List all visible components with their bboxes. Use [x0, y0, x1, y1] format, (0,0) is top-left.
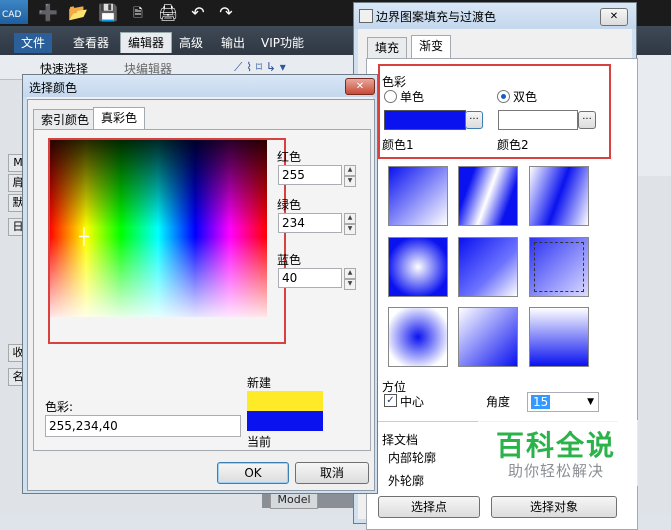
new-file-icon[interactable]: ➕ [38, 3, 58, 23]
color-close-button[interactable]: ✕ [345, 78, 375, 95]
gradient-cylinder-swatch[interactable] [458, 166, 518, 226]
gradient-invhemispherical-swatch[interactable] [458, 307, 518, 367]
color-section-highlight [378, 64, 611, 159]
red-label: 红色 [277, 150, 302, 164]
hatch-app-icon [359, 9, 373, 23]
tab-gradient[interactable]: 渐变 [411, 35, 452, 58]
gradient-invspherical-swatch[interactable] [388, 307, 448, 367]
color-value-input[interactable]: 255,234,40 [45, 415, 241, 437]
app-logo-text: CAD [2, 10, 22, 20]
color-tabstrip: 索引颜色 真彩色 [33, 107, 233, 130]
angle-value: 15 [531, 395, 551, 409]
hatch-close-button[interactable]: ✕ [600, 8, 628, 26]
tab-vip[interactable]: VIP功能 [254, 33, 311, 53]
red-input[interactable]: 255 [278, 165, 342, 185]
tab-editor[interactable]: 编辑器 [120, 32, 173, 53]
cancel-button[interactable]: 取消 [295, 462, 369, 484]
color-dialog-titlebar: 选择颜色 ✕ [23, 75, 377, 97]
select-color-dialog: 选择颜色 ✕ 索引颜色 真彩色 ┼ 红色 255 ▲ ▼ 绿色 234 ▲ ▼ 蓝色… [22, 74, 378, 494]
hatch-dialog-titlebar: 边界图案填充与过渡色 ✕ [354, 3, 636, 29]
watermark: 百科全说 助你轻松解决 [478, 420, 638, 486]
chevron-down-icon: ▼ [587, 397, 594, 407]
redo-icon[interactable]: ↷ [216, 3, 236, 23]
app-logo: CAD [0, 0, 28, 24]
right-toolbar [636, 56, 671, 176]
tab-viewer[interactable]: 查看器 [66, 33, 116, 53]
boundary-section-label: 择文档 [382, 433, 419, 447]
center-label[interactable]: 中心 [400, 393, 424, 410]
select-objects-button[interactable]: 选择对象 [491, 496, 617, 518]
watermark-subtitle: 助你轻松解决 [508, 462, 605, 480]
tab-true-color[interactable]: 真彩色 [93, 107, 146, 130]
tab-file[interactable]: 文件 [14, 33, 53, 53]
tab-fill[interactable]: 填充 [367, 37, 408, 58]
blue-stepper[interactable]: ▲ ▼ [344, 268, 356, 290]
watermark-title: 百科全说 [496, 429, 617, 462]
undo-icon[interactable]: ↶ [188, 3, 208, 23]
tab-index-color[interactable]: 索引颜色 [33, 109, 98, 130]
draw-tools-icon[interactable]: ⟋ ⌇ ⌑ ↳ ▾ [234, 60, 344, 74]
save-pdf-icon[interactable]: 🗎 [128, 3, 148, 23]
tab-advanced[interactable]: 高级 [172, 33, 210, 53]
new-color-preview [247, 391, 323, 411]
gradient-spherical-swatch[interactable] [388, 237, 448, 297]
save-icon[interactable]: 💾 [98, 3, 118, 23]
angle-label: 角度 [486, 395, 511, 409]
green-stepper[interactable]: ▲ ▼ [344, 213, 356, 235]
green-input[interactable]: 234 [278, 213, 342, 233]
current-color-preview [247, 411, 323, 431]
open-folder-icon[interactable]: 📂 [68, 3, 88, 23]
blue-input[interactable]: 40 [278, 268, 342, 288]
hatch-tabstrip: 填充 渐变 [367, 35, 627, 58]
inner-outline-option[interactable]: 内部轮廓 [388, 449, 436, 466]
spectrum-highlight [48, 138, 286, 344]
gradient-invcylinder-swatch[interactable] [529, 166, 589, 226]
color-value-label: 色彩: [45, 400, 74, 414]
gradient-invcurved-swatch[interactable] [529, 307, 589, 367]
gradient-curved-swatch[interactable] [529, 237, 589, 297]
center-checkbox[interactable]: ✓ [384, 394, 397, 407]
gradient-linear-swatch[interactable] [388, 166, 448, 226]
blue-label: 蓝色 [277, 253, 302, 267]
color-dialog-title: 选择颜色 [29, 81, 78, 95]
red-stepper[interactable]: ▲ ▼ [344, 165, 356, 187]
hatch-dialog-title: 边界图案填充与过渡色 [376, 10, 497, 24]
gradient-hemispherical-swatch[interactable] [458, 237, 518, 297]
new-color-label: 新建 [247, 376, 272, 390]
ok-button[interactable]: OK [217, 462, 289, 484]
pick-points-button[interactable]: 选择点 [378, 496, 480, 518]
close-icon: ✕ [609, 11, 619, 22]
print-icon[interactable]: 🖨 [158, 3, 178, 23]
current-color-label: 当前 [247, 435, 272, 449]
angle-select[interactable]: 15 ▼ [527, 392, 599, 412]
outer-outline-option[interactable]: 外轮廓 [388, 472, 424, 489]
close-icon: ✕ [355, 81, 365, 92]
tab-output[interactable]: 输出 [214, 33, 252, 53]
green-label: 绿色 [277, 198, 302, 212]
